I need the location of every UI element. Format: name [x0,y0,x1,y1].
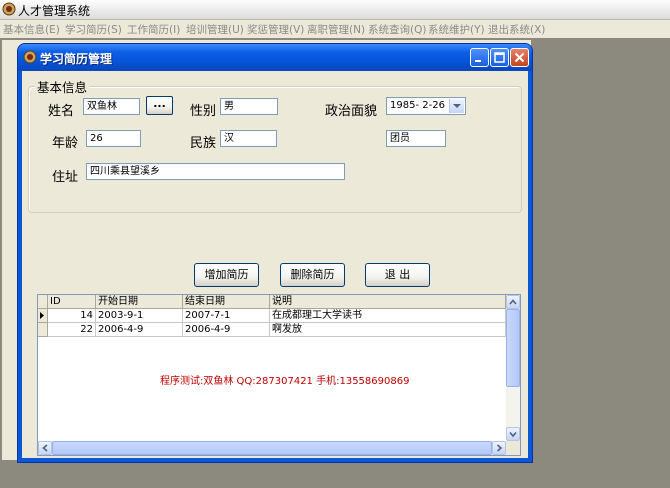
grid-cell[interactable]: 2006-4-9 [183,323,270,337]
horizontal-scrollbar[interactable] [38,441,506,455]
grid-cell[interactable]: 2003-9-1 [96,309,183,323]
scroll-up-button[interactable] [506,295,520,309]
horizontal-scroll-thumb[interactable] [52,441,492,455]
grid-corner [38,295,48,309]
menu-basic-info[interactable]: 基本信息(E) [3,22,60,37]
menu-query[interactable]: 系统查询(Q) [368,22,426,37]
column-header-start[interactable]: 开始日期 [96,295,183,309]
birth-date-picker[interactable]: 1985- 2-26 [386,97,466,115]
app-icon [2,2,16,16]
menu-training[interactable]: 培训管理(U) [186,22,244,37]
current-row-indicator [38,309,48,323]
arrow-left-icon [42,444,48,452]
row-indicator [38,323,48,337]
menu-study-resume[interactable]: 学习简历(S) [65,22,122,37]
maximize-button[interactable] [490,48,509,67]
name-label: 姓名 [48,104,75,119]
address-field[interactable]: 四川乘县望溪乡 [86,163,345,180]
scrollbar-corner [506,441,520,455]
scroll-right-button[interactable] [492,441,506,455]
column-header-end[interactable]: 结束日期 [183,295,270,309]
ethnicity-label: 民族 [190,136,217,151]
column-header-desc[interactable]: 说明 [270,295,506,309]
age-field[interactable]: 26 [86,130,141,147]
menu-work-resume[interactable]: 工作简历(I) [127,22,180,37]
minimize-icon [475,60,481,62]
age-label: 年龄 [52,136,79,151]
minimize-button[interactable] [470,48,489,67]
menu-exit[interactable]: 退出系统(X) [488,22,545,37]
add-resume-button[interactable]: 增加简历 [194,263,259,287]
maximize-icon [494,52,505,63]
grid-cell[interactable]: 啊发放 [270,323,506,337]
address-label: 住址 [52,170,79,185]
politics-label: 政治面貌 [325,104,378,119]
exit-button[interactable]: 退 出 [365,263,430,287]
study-resume-window: 学习简历管理 基本信息 姓名 双鱼林 ... 性别 男 政治面貌 1985- 2… [18,44,532,462]
gender-field[interactable]: 男 [220,98,278,115]
grid-cell[interactable]: 14 [48,309,96,323]
window-client: 基本信息 姓名 双鱼林 ... 性别 男 政治面貌 1985- 2-26 年龄 … [22,71,528,458]
basic-info-legend: 基本信息 [35,77,90,96]
name-field[interactable]: 双鱼林 [83,98,140,115]
row-pointer-icon [40,312,44,319]
resume-grid[interactable]: ID 开始日期 结束日期 说明 14 2003-9-1 2007-7-1 在成都… [37,294,521,456]
window-icon [23,50,37,64]
browse-button[interactable]: ... [146,96,173,115]
arrow-up-icon [509,299,517,305]
window-titlebar[interactable]: 学习简历管理 [18,44,532,71]
column-header-id[interactable]: ID [48,295,96,309]
test-info-note: 程序测试:双鱼林 QQ:287307421 手机:13558690869 [160,376,410,387]
menu-rewards[interactable]: 奖惩管理(V) [247,22,304,37]
vertical-scrollbar[interactable] [506,295,520,441]
politics-field[interactable]: 团员 [386,130,446,147]
arrow-right-icon [496,444,503,452]
menu-maintenance[interactable]: 系统维护(Y) [428,22,485,37]
arrow-down-icon [509,431,517,438]
window-title: 学习简历管理 [40,52,113,66]
delete-resume-button[interactable]: 删除简历 [280,263,345,287]
grid-cell[interactable]: 2007-7-1 [183,309,270,323]
grid-cell[interactable]: 2006-4-9 [96,323,183,337]
ethnicity-field[interactable]: 汉 [220,130,277,147]
close-button[interactable] [510,48,529,67]
grid-cell[interactable]: 在成都理工大学读书 [270,309,506,323]
gender-label: 性别 [190,104,217,119]
scroll-left-button[interactable] [38,441,52,455]
birth-date-value: 1985- 2-26 [390,100,445,111]
app-title: 人才管理系统 [18,4,91,18]
vertical-scroll-thumb[interactable] [506,309,520,387]
menubar: 基本信息(E) 学习简历(S) 工作简历(I) 培训管理(U) 奖惩管理(V) … [0,20,670,38]
close-icon [514,52,525,63]
main-titlebar: 人才管理系统 [0,0,670,20]
grid-cell[interactable]: 22 [48,323,96,337]
menu-resignation[interactable]: 离职管理(N) [307,22,365,37]
scroll-down-button[interactable] [506,427,520,441]
dropdown-arrow-icon[interactable] [449,99,464,113]
